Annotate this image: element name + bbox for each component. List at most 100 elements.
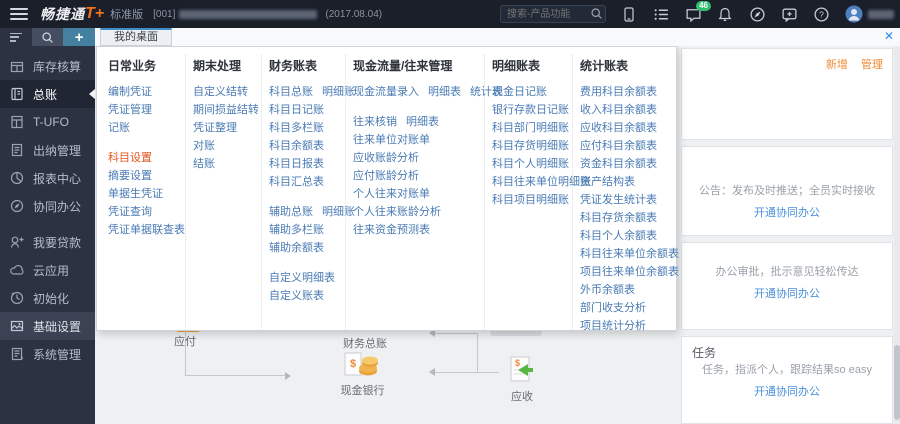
menu-item[interactable]: 科目余额表	[269, 140, 324, 152]
menu-item[interactable]: 应付账龄分析	[353, 170, 419, 182]
filter-icon[interactable]	[0, 28, 32, 46]
feedback-icon[interactable]	[781, 6, 798, 23]
menu-item[interactable]: 部门收支分析	[580, 302, 646, 314]
menu-item[interactable]: 科目日报表	[269, 158, 324, 170]
menu-item[interactable]: 凭证单据联查表	[108, 224, 185, 236]
menu-item[interactable]: 凭证管理	[108, 104, 152, 116]
open-collaboration-link[interactable]: 开通协同办公	[682, 383, 892, 399]
menu-item[interactable]: 应付科目余额表	[580, 140, 657, 152]
menu-item[interactable]: 科目存货明细账	[492, 140, 569, 152]
menu-item[interactable]: 项目往来单位余额表	[580, 266, 679, 278]
menu-item[interactable]: 个人往来对账单	[353, 188, 430, 200]
menu-item[interactable]: 摘要设置	[108, 170, 152, 182]
menu-item[interactable]: 结账	[193, 158, 215, 170]
add-button[interactable]: +	[63, 28, 95, 46]
menu-item[interactable]: 往来单位对账单	[353, 134, 430, 146]
manage-link[interactable]: 管理	[861, 59, 883, 71]
report-icon	[9, 170, 25, 186]
scrollbar-thumb[interactable]	[894, 345, 900, 420]
menu-item[interactable]: 科目个人明细账	[492, 158, 569, 170]
node-general-ledger[interactable]: 财务总账	[330, 335, 400, 351]
menu-item[interactable]: 科目日记账	[269, 104, 324, 116]
menu-item[interactable]: 应收账龄分析	[353, 152, 419, 164]
menu-item[interactable]: 凭证查询	[108, 206, 152, 218]
cash-bank-icon[interactable]: $	[343, 351, 381, 384]
menu-item[interactable]: 科目设置	[108, 152, 152, 164]
menu-item[interactable]: 现金日记账	[492, 86, 547, 98]
sidebar-item-label: 总账	[33, 86, 57, 103]
menu-item[interactable]: 收入科目余额表	[580, 104, 657, 116]
menu-item[interactable]: 科目部门明细账	[492, 122, 569, 134]
sidebar-item-cloud[interactable]: 云应用	[0, 256, 95, 284]
menu-item[interactable]: 自定义账表	[269, 290, 324, 302]
menu-item[interactable]: 辅助总账	[269, 206, 313, 218]
menu-item[interactable]: 明细表	[428, 86, 461, 98]
search-icon[interactable]	[590, 7, 603, 20]
panel-approval: 办公审批，批示意见轻松传达 开通协同办公	[681, 242, 893, 330]
phone-icon[interactable]	[621, 6, 638, 23]
menu-item[interactable]: 资产结构表	[580, 176, 635, 188]
menu-item[interactable]: 编制凭证	[108, 86, 152, 98]
menu-item[interactable]: 外币余额表	[580, 284, 635, 296]
sidebar-item-report[interactable]: 报表中心	[0, 164, 95, 192]
receivable-icon[interactable]: $	[503, 356, 539, 387]
node-receivable[interactable]: 应收	[505, 388, 539, 404]
menu-item[interactable]: 银行存款日记账	[492, 104, 569, 116]
sidebar-item-inventory[interactable]: 库存核算	[0, 52, 95, 80]
help-icon[interactable]: ?	[813, 6, 830, 23]
node-cash-bank[interactable]: 现金银行	[335, 382, 390, 398]
menu-item[interactable]: 凭证发生统计表	[580, 194, 657, 206]
account-name-redacted	[179, 10, 317, 19]
menu-item[interactable]: 科目多栏账	[269, 122, 324, 134]
sidebar-item-cashier[interactable]: 出纳管理	[0, 136, 95, 164]
user-menu[interactable]	[845, 5, 894, 23]
sidebar-item-settings[interactable]: 基础设置	[0, 312, 95, 340]
menu-row: 凭证查询	[108, 202, 178, 220]
sidebar-item-tufo[interactable]: T-UFO	[0, 108, 95, 136]
menu-item[interactable]: 自定义明细表	[269, 272, 335, 284]
menu-item[interactable]: 费用科目余额表	[580, 86, 657, 98]
menu-item[interactable]: 科目汇总表	[269, 176, 324, 188]
menu-item[interactable]: 明细表	[406, 116, 439, 128]
menu-item[interactable]: 个人往来账龄分析	[353, 206, 441, 218]
compass-icon[interactable]	[749, 6, 766, 23]
open-collaboration-link[interactable]: 开通协同办公	[682, 204, 892, 220]
menu-item[interactable]: 记账	[108, 122, 130, 134]
menu-item[interactable]: 资金科目余额表	[580, 158, 657, 170]
main-menu-icon[interactable]	[10, 8, 28, 20]
menu-item[interactable]: 单据生凭证	[108, 188, 163, 200]
menu-item[interactable]: 科目项目明细账	[492, 194, 569, 206]
sidebar-item-init[interactable]: 初始化	[0, 284, 95, 312]
bell-icon[interactable]	[717, 6, 734, 23]
sidebar-item-collaboration[interactable]: 协同办公	[0, 192, 95, 220]
menu-item[interactable]: 往来核销	[353, 116, 397, 128]
menu-item[interactable]: 现金流量录入	[353, 86, 419, 98]
open-collaboration-link[interactable]: 开通协同办公	[682, 285, 892, 301]
tab-my-desktop[interactable]: 我的桌面	[100, 28, 172, 46]
menu-item[interactable]: 期间损益结转	[193, 104, 259, 116]
menu-item[interactable]: 自定义结转	[193, 86, 248, 98]
node-payable[interactable]: 应付	[163, 333, 207, 349]
menu-item[interactable]: 科目存货余额表	[580, 212, 657, 224]
menu-item[interactable]: 应收科目余额表	[580, 122, 657, 134]
sidebar-item-loan[interactable]: 我要贷款	[0, 228, 95, 256]
menu-item[interactable]: 凭证整理	[193, 122, 237, 134]
menu-item[interactable]: 项目统计分析	[580, 320, 646, 332]
menu-item[interactable]: 辅助多栏账	[269, 224, 324, 236]
loan-icon	[9, 234, 25, 250]
menu-item[interactable]: 科目个人余额表	[580, 230, 657, 242]
list-icon[interactable]	[653, 6, 670, 23]
scrollbar-track[interactable]	[894, 46, 900, 424]
menu-item[interactable]: 科目总账	[269, 86, 313, 98]
menu-item[interactable]: 辅助余额表	[269, 242, 324, 254]
menu-item[interactable]: 科目往来单位余额表	[580, 248, 679, 260]
menu-row: 科目存货余额表	[580, 208, 673, 226]
sidebar-item-ledger[interactable]: 总账	[0, 80, 95, 108]
sidebar-item-system[interactable]: 系统管理	[0, 340, 95, 368]
chat-icon[interactable]: 46	[685, 6, 702, 23]
sidebar-search-icon[interactable]	[32, 28, 64, 46]
add-link[interactable]: 新增	[826, 59, 848, 71]
menu-item[interactable]: 往来资金预测表	[353, 224, 430, 236]
close-icon[interactable]: ✕	[884, 29, 894, 43]
menu-item[interactable]: 对账	[193, 140, 215, 152]
